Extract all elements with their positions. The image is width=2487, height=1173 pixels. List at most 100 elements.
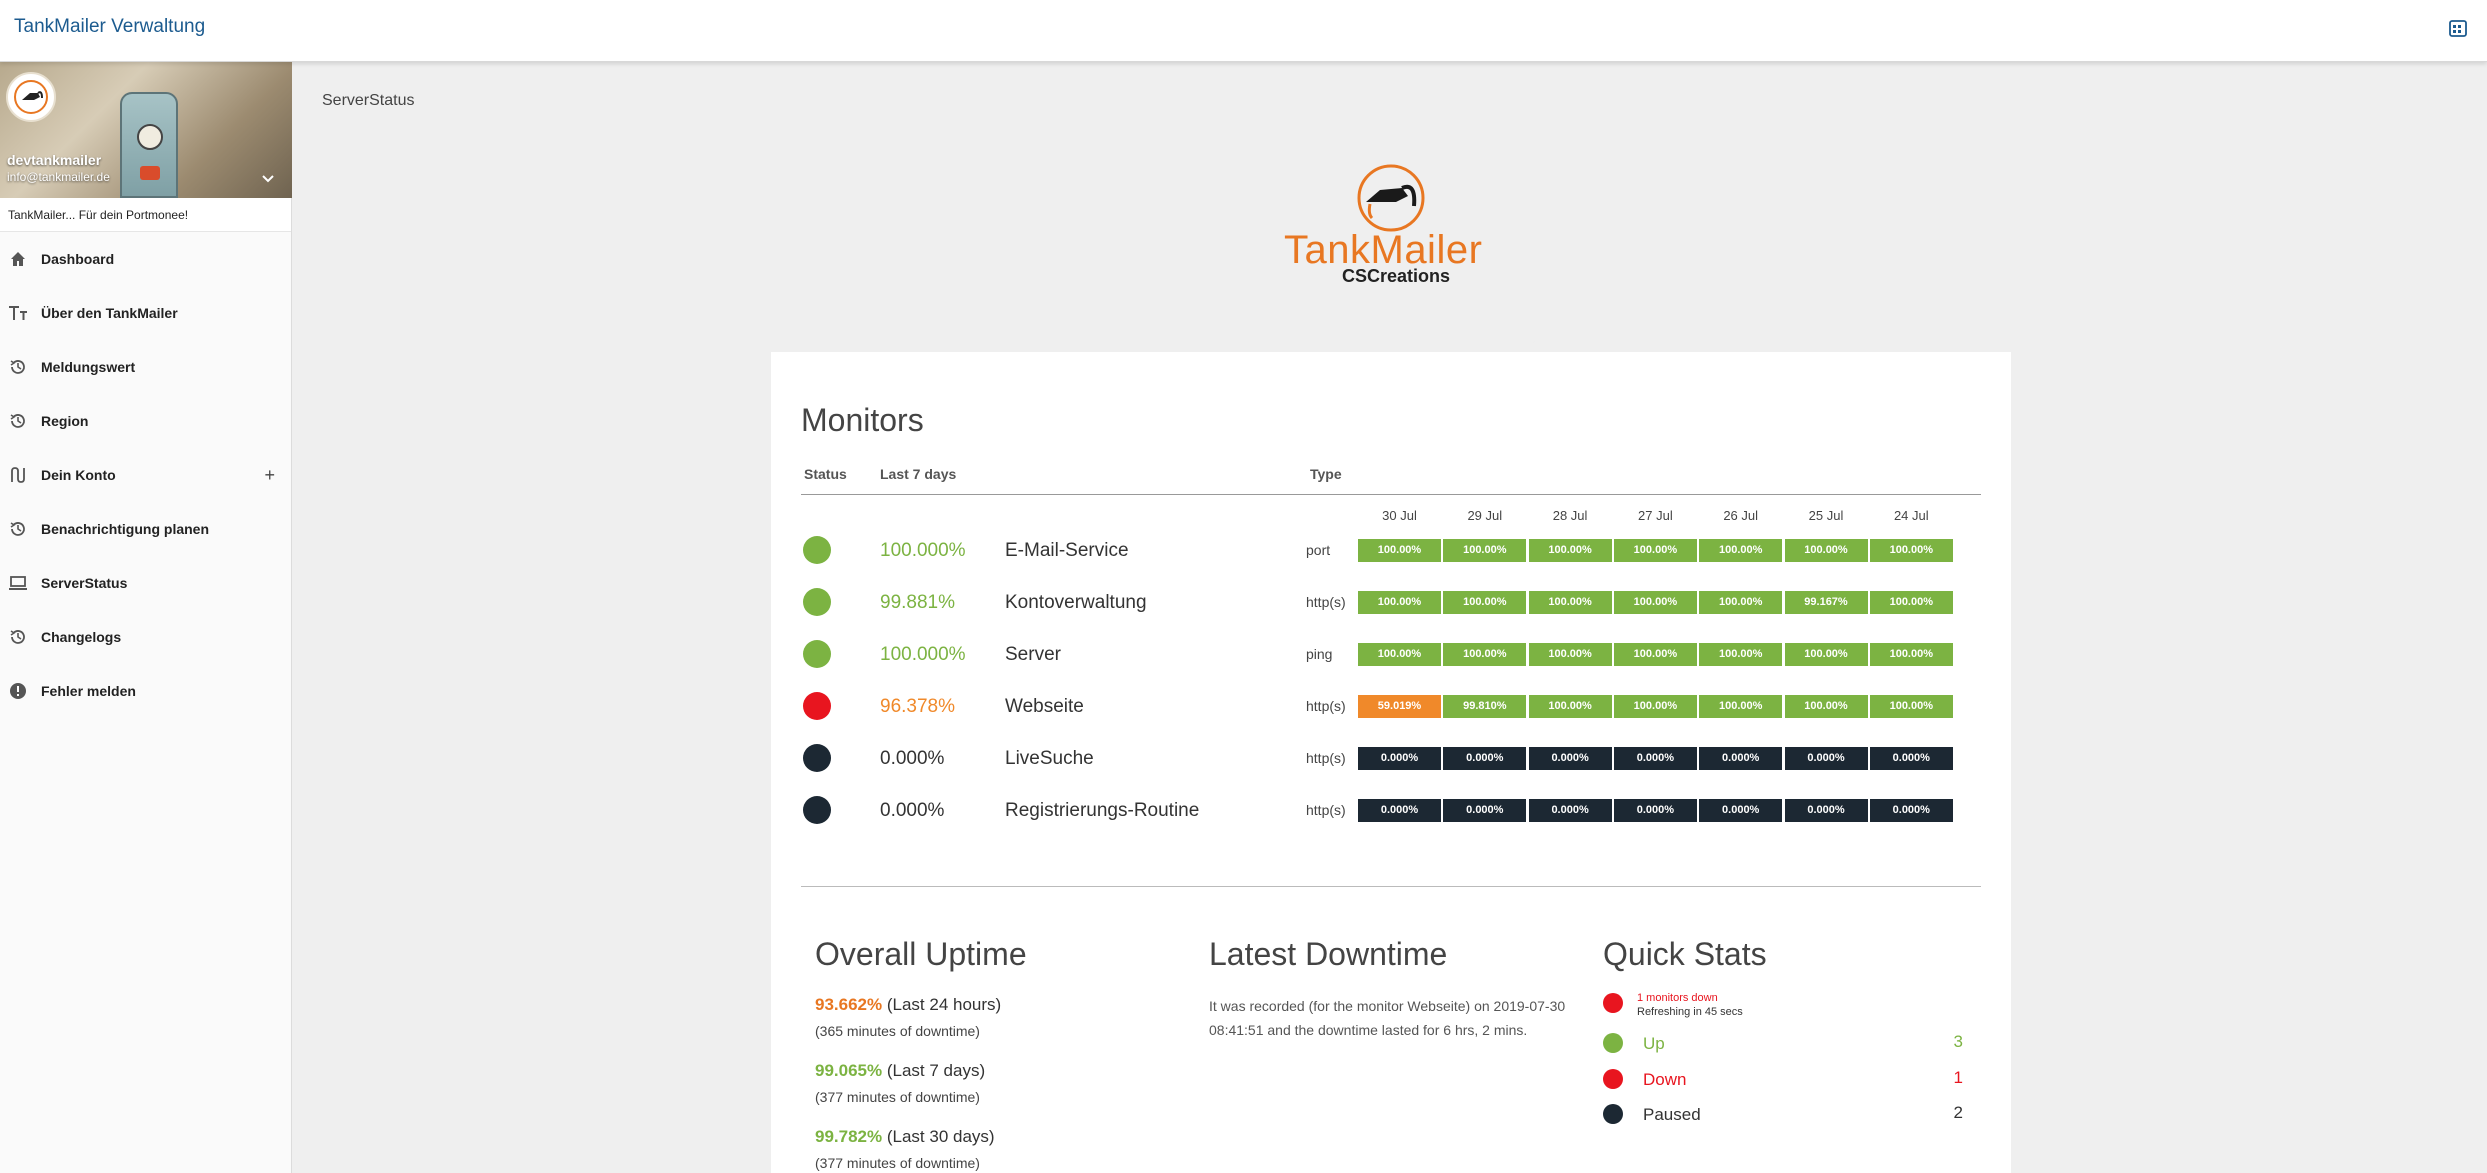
chevron-down-icon[interactable] bbox=[260, 170, 276, 186]
header-type: Type bbox=[1310, 466, 1342, 482]
monitor-name[interactable]: Webseite bbox=[1005, 696, 1084, 718]
fuel-pump-illustration bbox=[120, 92, 178, 198]
daily-uptime-cell: 0.000% bbox=[1699, 747, 1783, 770]
header-last-7-days: Last 7 days bbox=[880, 466, 957, 482]
monitor-name[interactable]: Kontoverwaltung bbox=[1005, 592, 1147, 614]
day-column-header: 28 Jul bbox=[1552, 508, 1588, 523]
uptime-7d: 99.065% (Last 7 days) bbox=[815, 1061, 985, 1081]
monitor-name[interactable]: E-Mail-Service bbox=[1005, 540, 1129, 562]
status-dot bbox=[1603, 1033, 1623, 1053]
sidebar-item-label: Benachrichtigung planen bbox=[41, 521, 210, 537]
daily-uptime-cell: 100.00% bbox=[1699, 643, 1783, 666]
sidebar-item-label: Changelogs bbox=[41, 629, 122, 645]
quick-stat-label: Down bbox=[1643, 1070, 1687, 1089]
avatar[interactable] bbox=[6, 72, 56, 122]
status-dot bbox=[803, 588, 831, 616]
monitor-name[interactable]: LiveSuche bbox=[1005, 748, 1094, 770]
monitor-row[interactable]: 0.000% Registrierungs-Routine http(s) 0.000… bbox=[801, 784, 1981, 836]
monitor-row[interactable]: 100.000% E-Mail-Service port 100.00% 100.00%… bbox=[801, 524, 1981, 576]
uptime-note: (365 minutes of downtime) bbox=[815, 1023, 980, 1039]
profile-header: devtankmailer info@tankmailer.de bbox=[0, 62, 292, 198]
app-title[interactable]: TankMailer Verwaltung bbox=[14, 16, 205, 38]
day-column-header: 26 Jul bbox=[1723, 508, 1759, 523]
status-dot bbox=[803, 796, 831, 824]
monitor-uptime: 100.000% bbox=[880, 540, 966, 561]
uptime-period: (Last 7 days) bbox=[886, 1061, 986, 1080]
alert-circle-icon bbox=[8, 681, 28, 701]
daily-uptime-cell: 0.000% bbox=[1443, 799, 1527, 822]
breadcrumb: ServerStatus bbox=[322, 92, 415, 109]
status-dot bbox=[803, 640, 831, 668]
sidebar-item-fehler-melden[interactable]: Fehler melden bbox=[0, 664, 291, 718]
sidebar-item-ueber[interactable]: Über den TankMailer bbox=[0, 286, 291, 340]
monitor-uptime: 100.000% bbox=[880, 644, 966, 665]
sidebar-item-dashboard[interactable]: Dashboard bbox=[0, 232, 291, 286]
sidebar-item-label: Über den TankMailer bbox=[41, 305, 178, 321]
daily-uptime-cell: 0.000% bbox=[1784, 799, 1868, 822]
quick-stat-label: Up bbox=[1643, 1034, 1665, 1053]
quick-stat-up: Up 3 bbox=[1603, 1030, 1963, 1056]
sidebar-item-label: Region bbox=[41, 413, 89, 429]
quick-stat-paused: Paused 2 bbox=[1603, 1101, 1963, 1127]
monitor-uptime: 0.000% bbox=[880, 748, 945, 769]
monitor-row[interactable]: 100.000% Server ping 100.00% 100.00% 100.00% 1… bbox=[801, 628, 1981, 680]
top-app-bar: TankMailer Verwaltung bbox=[0, 0, 2487, 62]
daily-uptime-cell: 100.00% bbox=[1528, 643, 1612, 666]
daily-uptime-cell: 0.000% bbox=[1443, 747, 1527, 770]
fuel-nozzle-logo-icon bbox=[1357, 164, 1425, 232]
daily-uptime-cell: 100.00% bbox=[1869, 591, 1953, 614]
daily-uptime-cell: 100.00% bbox=[1613, 695, 1697, 718]
sidebar-item-region[interactable]: Region bbox=[0, 394, 291, 448]
day-column-header: 29 Jul bbox=[1467, 508, 1503, 523]
fuel-nozzle-logo-icon bbox=[14, 80, 48, 114]
monitors-title: Monitors bbox=[801, 402, 924, 438]
sidebar-item-changelogs[interactable]: Changelogs bbox=[0, 610, 291, 664]
monitor-row[interactable]: 0.000% LiveSuche http(s) 0.000% 0.000% 0.000%… bbox=[801, 732, 1981, 784]
sidebar-item-meldungswert[interactable]: Meldungswert bbox=[0, 340, 291, 394]
quick-stat-label: Paused bbox=[1643, 1105, 1701, 1124]
uptime-24h: 93.662% (Last 24 hours) bbox=[815, 995, 1001, 1015]
sidebar-item-label: Meldungswert bbox=[41, 359, 136, 375]
daily-uptime-cell: 100.00% bbox=[1699, 539, 1783, 562]
daily-uptime-cell: 0.000% bbox=[1699, 799, 1783, 822]
uptime-value: 99.065% bbox=[815, 1061, 883, 1080]
daily-uptime-cell: 100.00% bbox=[1613, 591, 1697, 614]
status-dot bbox=[1603, 1069, 1623, 1089]
daily-uptime-cell: 0.000% bbox=[1358, 799, 1441, 822]
header-status: Status bbox=[804, 466, 847, 482]
uptime-value: 93.662% bbox=[815, 995, 883, 1014]
uptime-note: (377 minutes of downtime) bbox=[815, 1155, 980, 1171]
daily-uptime-cell: 100.00% bbox=[1869, 695, 1953, 718]
route-icon bbox=[8, 465, 28, 485]
sidebar-item-serverstatus[interactable]: ServerStatus bbox=[0, 556, 291, 610]
header-divider bbox=[801, 494, 1981, 495]
sidebar-item-benachrichtigung[interactable]: Benachrichtigung planen bbox=[0, 502, 291, 556]
status-dot bbox=[1603, 1104, 1623, 1124]
refresh-countdown: Refreshing in 45 secs bbox=[1637, 1006, 1743, 1018]
monitor-name[interactable]: Server bbox=[1005, 644, 1061, 666]
day-column-header: 27 Jul bbox=[1638, 508, 1673, 523]
daily-uptime-cell: 100.00% bbox=[1443, 591, 1527, 614]
daily-uptime-cell: 99.810% bbox=[1443, 695, 1527, 718]
monitor-row[interactable]: 99.881% Kontoverwaltung http(s) 100.00% 100.… bbox=[801, 576, 1981, 628]
text-size-icon bbox=[8, 303, 28, 323]
sidebar-item-label: Dein Konto bbox=[41, 467, 116, 483]
expand-plus-icon[interactable]: + bbox=[264, 465, 275, 486]
daily-uptime-cell: 0.000% bbox=[1613, 799, 1697, 822]
section-divider bbox=[801, 886, 1981, 887]
daily-uptime-cell: 100.00% bbox=[1528, 695, 1612, 718]
monitor-type: http(s) bbox=[1306, 750, 1346, 766]
monitors-panel: Monitors Status Last 7 days Type 30 Jul 2… bbox=[771, 352, 2011, 1173]
daily-uptime-cell: 100.00% bbox=[1443, 539, 1527, 562]
latest-downtime-title: Latest Downtime bbox=[1209, 936, 1448, 972]
calendar-grid-icon[interactable] bbox=[2449, 19, 2467, 37]
quick-stat-count: 2 bbox=[1953, 1103, 1963, 1122]
daily-uptime-cell: 100.00% bbox=[1528, 591, 1612, 614]
sidebar-item-dein-konto[interactable]: Dein Konto + bbox=[0, 448, 291, 502]
home-icon bbox=[8, 249, 28, 269]
latest-downtime-text: It was recorded (for the monitor Webseit… bbox=[1209, 998, 1566, 1038]
monitor-name[interactable]: Registrierungs-Routine bbox=[1005, 800, 1199, 822]
daily-uptime-cell: 100.00% bbox=[1358, 591, 1441, 614]
daily-uptime-cell: 100.00% bbox=[1358, 539, 1441, 562]
monitor-row[interactable]: 96.378% Webseite http(s) 59.019% 99.810% 100.… bbox=[801, 680, 1981, 732]
